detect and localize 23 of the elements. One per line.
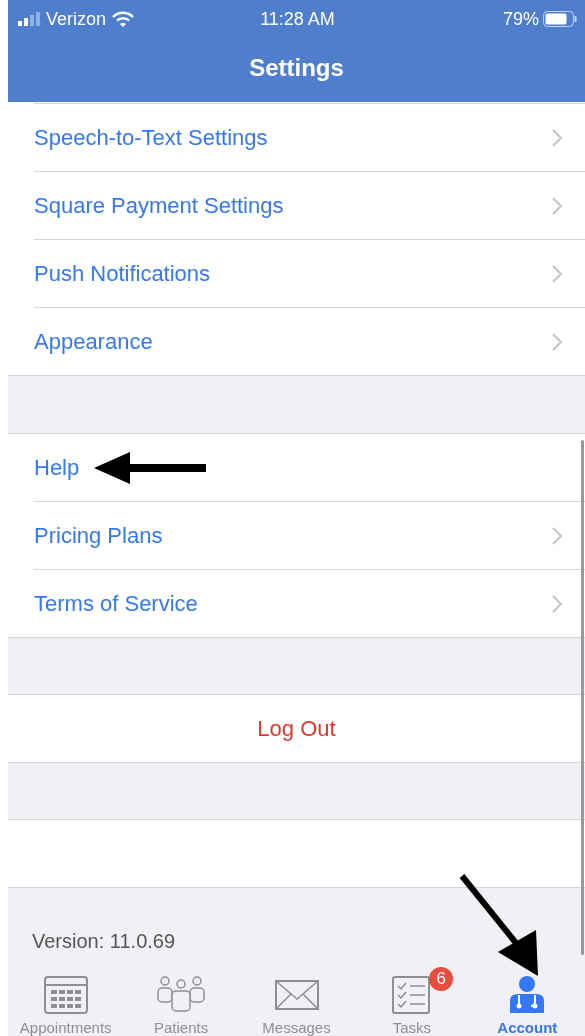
wifi-icon [112, 11, 135, 27]
version-text: Version: 11.0.69 [32, 930, 176, 953]
settings-item[interactable]: Square Payment Settings [34, 192, 551, 219]
settings-item[interactable]: Terms of Service [34, 590, 551, 617]
logout-link[interactable]: Log Out [257, 715, 336, 742]
tab-item[interactable]: Messages [238, 957, 355, 1036]
people-icon [156, 975, 207, 1015]
tab-item[interactable]: Tasks 6 [354, 957, 470, 1036]
count-badge: 6 [429, 967, 454, 991]
signal-icon [18, 12, 40, 26]
tab-item[interactable]: Appointments [8, 957, 124, 1036]
settings-item[interactable]: Appearance [34, 328, 551, 355]
tab-item[interactable]: Account [469, 957, 585, 1036]
settings-item[interactable]: Push Notifications [34, 260, 551, 287]
settings-item[interactable]: Speech-to-Text Settings [34, 124, 551, 151]
battery-icon [543, 11, 577, 27]
tab-item[interactable]: Patients [123, 957, 239, 1036]
battery-percent: 79% [502, 8, 539, 30]
screen-title: Settings [248, 53, 345, 83]
settings-item[interactable]: Help [34, 454, 563, 481]
settings-item[interactable]: Pricing Plans [34, 522, 551, 549]
status-time: 11:28 AM [260, 8, 335, 29]
carrier-name: Verizon [46, 8, 107, 30]
